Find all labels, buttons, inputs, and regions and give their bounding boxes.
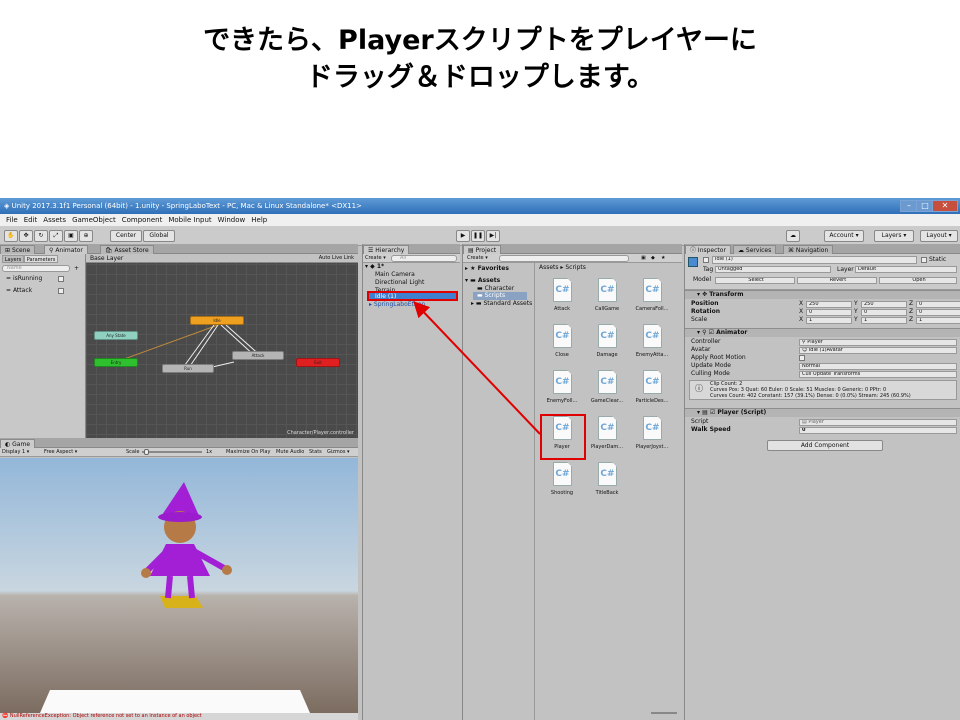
drag-arrow [413, 301, 541, 435]
slide-title-line1: できたら、Playerスクリプトをプレイヤーに [203, 25, 757, 56]
slide-title: できたら、Playerスクリプトをプレイヤーに ドラッグ＆ドロップします。 [0, 22, 960, 96]
unity-window: ◈ Unity 2017.3.1f1 Personal (64bit) - 1.… [0, 198, 960, 720]
slide-title-line2: ドラッグ＆ドロップします。 [305, 62, 655, 93]
